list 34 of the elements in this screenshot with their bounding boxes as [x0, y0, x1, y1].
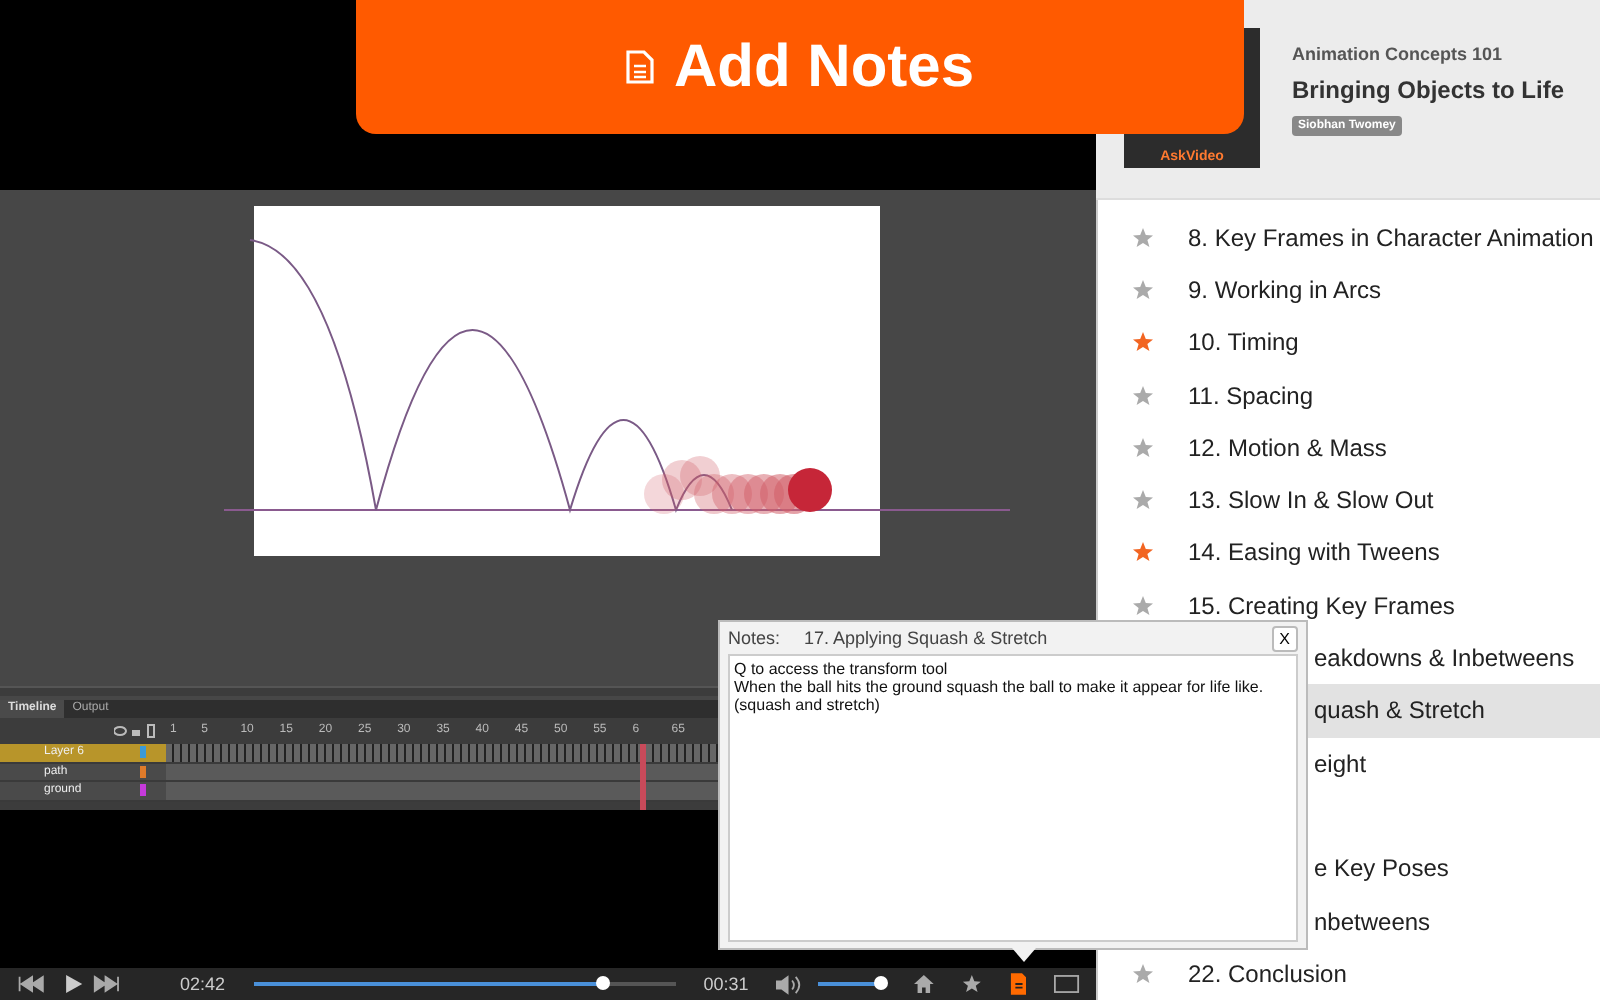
- lesson-item[interactable]: 10. Timing: [1098, 316, 1600, 369]
- star-icon[interactable]: [1132, 437, 1154, 458]
- star-icon[interactable]: [1132, 490, 1154, 511]
- star-icon[interactable]: [1132, 595, 1154, 616]
- star-icon[interactable]: [1132, 963, 1154, 984]
- star-icon[interactable]: [1132, 227, 1154, 248]
- star-icon[interactable]: [1132, 542, 1154, 563]
- lesson-item[interactable]: 14. Easing with Tweens: [1098, 526, 1600, 580]
- star-icon[interactable]: [1132, 332, 1154, 353]
- star-icon[interactable]: [1132, 279, 1154, 300]
- star-icon[interactable]: [961, 974, 982, 994]
- volume-icon[interactable]: [776, 973, 802, 995]
- notes-icon[interactable]: [1009, 972, 1027, 996]
- lesson-item[interactable]: 11. Spacing: [1098, 368, 1600, 422]
- lesson-item[interactable]: 8. Key Frames in Character Animation: [1098, 211, 1600, 264]
- course-title: Bringing Objects to Life: [1292, 76, 1565, 105]
- lesson-item[interactable]: 22. Conclusion: [1098, 947, 1600, 1000]
- lesson-item[interactable]: 9. Working in Arcs: [1098, 263, 1600, 317]
- fullscreen-icon[interactable]: [1054, 974, 1081, 994]
- home-icon[interactable]: [913, 974, 934, 994]
- remaining-time: 00:31: [703, 974, 749, 994]
- notes-lesson-title: 17. Applying Squash & Stretch: [804, 628, 1050, 648]
- document-icon: [626, 50, 654, 84]
- star-icon[interactable]: [1132, 385, 1154, 406]
- course-series: Animation Concepts 101: [1292, 44, 1503, 65]
- elapsed-time: 02:42: [180, 974, 226, 994]
- lesson-item[interactable]: 13. Slow In & Slow Out: [1098, 474, 1600, 527]
- close-button[interactable]: X: [1271, 625, 1298, 651]
- layer-toggle-icon[interactable]: [114, 724, 158, 738]
- playhead-marker[interactable]: [640, 744, 646, 810]
- notes-text-field[interactable]: Q to access the transform tool When the ball hits the ground squash the ball to make it appear for life like. (squash and stretch): [728, 654, 1298, 942]
- notes-label: Notes:: [728, 628, 781, 648]
- lesson-item[interactable]: 12. Motion & Mass: [1098, 421, 1600, 475]
- banner-title: Add Notes: [674, 33, 974, 101]
